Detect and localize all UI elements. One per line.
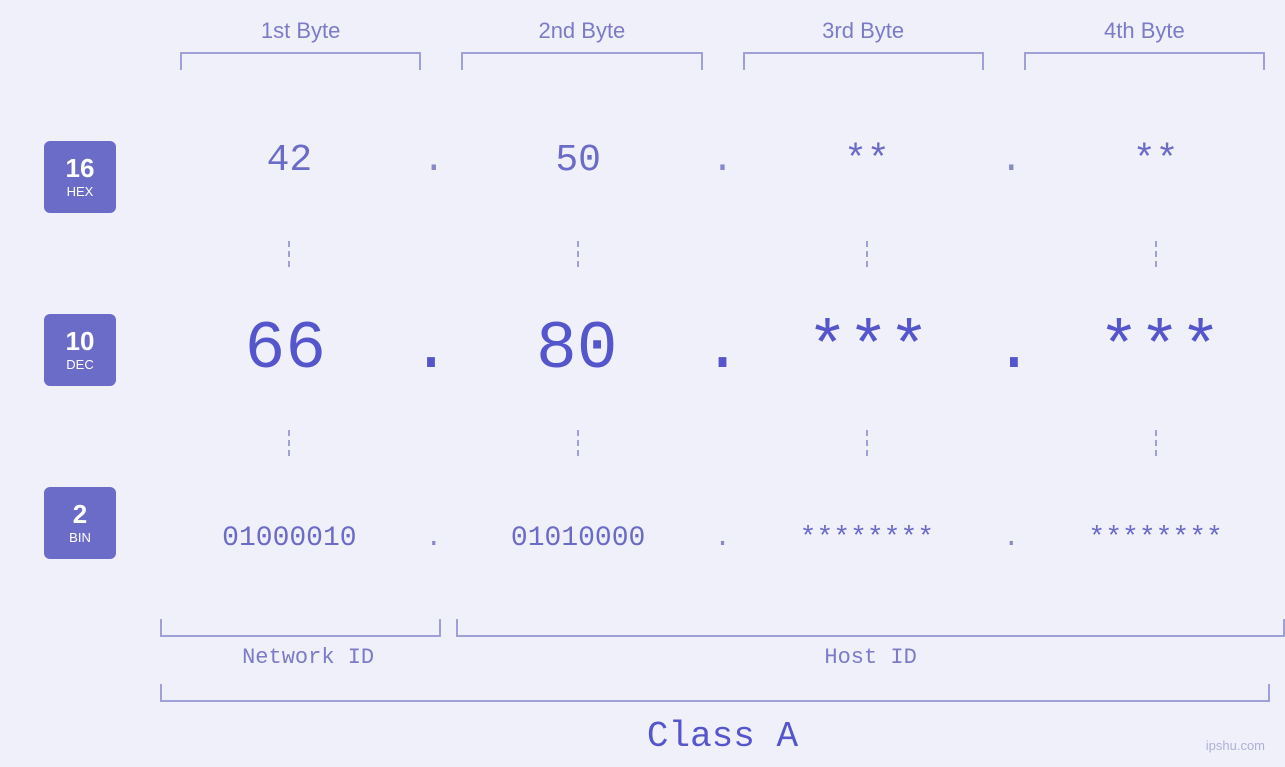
bin-badge-label: BIN [69, 530, 91, 546]
bin-badge: 2 BIN [44, 487, 116, 559]
network-id-label: Network ID [160, 645, 456, 670]
values-area: 42 . 50 . ** . ** [160, 80, 1285, 619]
hex-val-1: 42 [267, 139, 313, 182]
bin-cell-4: ******** [1026, 523, 1285, 554]
bin-val-4: ******** [1088, 523, 1222, 554]
dec-dot-1: . [411, 311, 452, 388]
sep-hd-1 [160, 241, 419, 269]
dec-cell-4: *** [1034, 311, 1285, 388]
bin-dot-3: . [996, 523, 1026, 554]
host-id-label: Host ID [456, 645, 1285, 670]
id-labels-row: Network ID Host ID [160, 645, 1285, 670]
dec-val-1: 66 [245, 311, 327, 388]
bin-dot-2: . [708, 523, 738, 554]
bracket-3 [743, 52, 984, 70]
bin-val-3: ******** [800, 523, 934, 554]
watermark: ipshu.com [1206, 738, 1265, 753]
dec-cell-3: *** [743, 311, 994, 388]
sep-hd-3 [738, 241, 997, 269]
byte-label-4: 4th Byte [1004, 18, 1285, 44]
hex-val-2: 50 [555, 139, 601, 182]
sep-hd-4 [1026, 241, 1285, 269]
hex-cell-2: 50 [449, 139, 708, 182]
dec-badge: 10 DEC [44, 314, 116, 386]
hex-cell-1: 42 [160, 139, 419, 182]
hex-dot-3: . [996, 139, 1026, 182]
bracket-1 [180, 52, 421, 70]
hex-dot-1: . [419, 139, 449, 182]
dec-cell-1: 66 [160, 311, 411, 388]
bin-val-2: 01010000 [511, 523, 645, 554]
sep-db-4 [1026, 430, 1285, 458]
host-bracket [456, 619, 1285, 637]
bin-badge-num: 2 [73, 499, 87, 530]
hex-cell-3: ** [738, 139, 997, 182]
bin-cell-1: 01000010 [160, 523, 419, 554]
dec-value-row: 66 . 80 . *** . *** [160, 269, 1285, 430]
hex-value-row: 42 . 50 . ** . ** [160, 80, 1285, 241]
badges-column: 16 HEX 10 DEC 2 BIN [0, 80, 160, 619]
dec-val-4: *** [1098, 311, 1220, 388]
sep-db-1 [160, 430, 419, 458]
sep-db-3 [738, 430, 997, 458]
hex-cell-4: ** [1026, 139, 1285, 182]
sep-hex-dec [160, 241, 1285, 269]
hex-dot-2: . [708, 139, 738, 182]
network-bracket-wrap [160, 619, 456, 637]
byte-label-1: 1st Byte [160, 18, 441, 44]
host-bracket-wrap [456, 619, 1285, 637]
id-brackets-row [160, 619, 1285, 637]
content-area: 16 HEX 10 DEC 2 BIN 42 . 50 [0, 80, 1285, 619]
outer-bracket [160, 684, 1270, 702]
hex-badge: 16 HEX [44, 141, 116, 213]
dec-badge-label: DEC [66, 357, 93, 373]
bin-cell-3: ******** [738, 523, 997, 554]
network-bracket [160, 619, 441, 637]
main-container: 1st Byte 2nd Byte 3rd Byte 4th Byte 16 H… [0, 0, 1285, 767]
bin-val-1: 01000010 [222, 523, 356, 554]
dec-val-2: 80 [536, 311, 618, 388]
dec-cell-2: 80 [451, 311, 702, 388]
bin-value-row: 01000010 . 01010000 . ******** . *******… [160, 458, 1285, 619]
dec-dot-3: . [994, 311, 1035, 388]
hex-val-3: ** [844, 139, 890, 182]
byte-label-2: 2nd Byte [441, 18, 722, 44]
dec-badge-num: 10 [66, 326, 95, 357]
bracket-4 [1024, 52, 1265, 70]
dec-dot-2: . [702, 311, 743, 388]
sep-db-2 [449, 430, 708, 458]
hex-val-4: ** [1133, 139, 1179, 182]
sep-hd-2 [449, 241, 708, 269]
hex-badge-num: 16 [66, 153, 95, 184]
bin-dot-1: . [419, 523, 449, 554]
top-bracket-row [0, 52, 1285, 70]
byte-headers: 1st Byte 2nd Byte 3rd Byte 4th Byte [0, 0, 1285, 52]
bin-cell-2: 01010000 [449, 523, 708, 554]
class-label: Class A [160, 716, 1285, 757]
byte-label-3: 3rd Byte [723, 18, 1004, 44]
hex-badge-label: HEX [67, 184, 94, 200]
bracket-2 [461, 52, 702, 70]
sep-dec-bin [160, 430, 1285, 458]
dec-val-3: *** [807, 311, 929, 388]
bottom-section: Network ID Host ID Class A [0, 619, 1285, 767]
